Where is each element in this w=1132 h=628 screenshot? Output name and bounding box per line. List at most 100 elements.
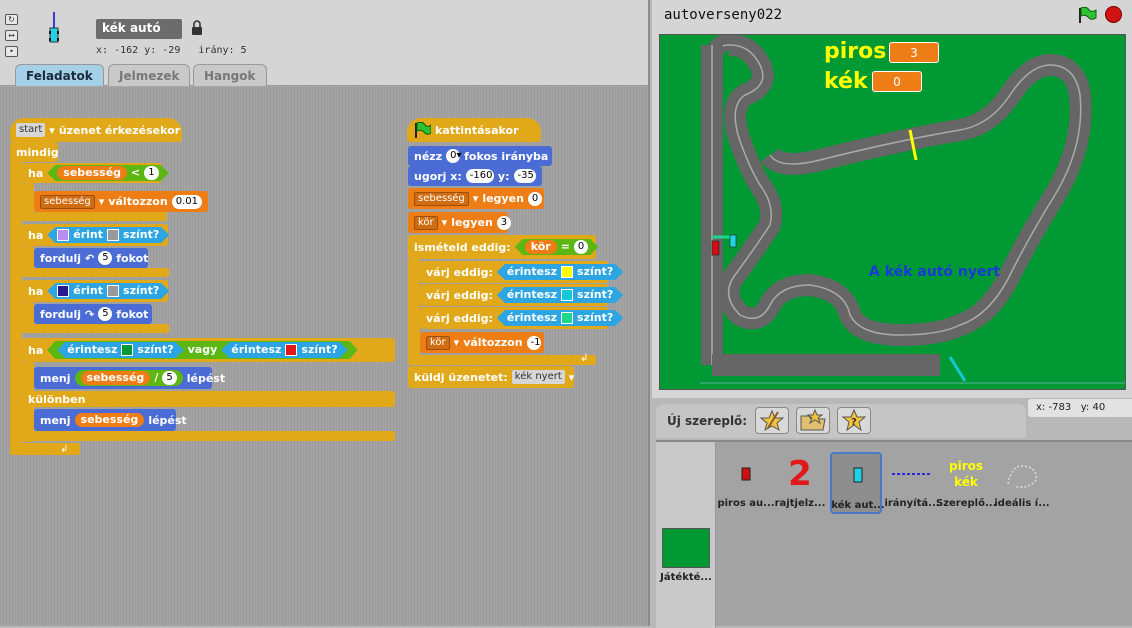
tab-scripts[interactable]: Feladatok	[15, 64, 104, 86]
wait-until-yellow-block[interactable]: várj eddig: érintesz színt?	[420, 261, 608, 283]
repeat-loop-arrow-icon: ↲	[580, 353, 589, 364]
forever-arm	[10, 160, 22, 454]
touching-green-block[interactable]: érintesz színt?	[57, 342, 183, 358]
stop-button-icon[interactable]	[1105, 6, 1122, 23]
sprite-thumb-start-signal[interactable]: 2 rajtjelz...	[774, 452, 826, 514]
or-operator[interactable]: érintesz színt? vagy érintesz színt?	[47, 341, 357, 359]
change-speed-block[interactable]: sebesség ▾ változzon 0.01	[34, 191, 208, 212]
equals-operator[interactable]: kör = 0	[515, 239, 599, 255]
project-title: autoverseny022	[664, 7, 783, 23]
touching-cyan-block[interactable]: érintesz színt?	[497, 287, 623, 303]
wait-until-cyan-block[interactable]: várj eddig: érintesz színt?	[420, 284, 608, 306]
ideal-path-icon	[1007, 465, 1037, 488]
navy-swatch[interactable]	[57, 285, 69, 297]
change-lap-block[interactable]: kör ▾ változzon -1	[420, 332, 544, 353]
turn-left-block[interactable]: fordulj ↶ 5 fokot	[34, 248, 148, 268]
red-car-icon	[711, 240, 720, 256]
stage-thumbnail[interactable]: Játékté...	[660, 526, 712, 588]
touching-yellow-block[interactable]: érintesz színt?	[497, 264, 623, 280]
color-touching-color-block[interactable]: érint színt?	[47, 227, 169, 243]
less-than-operator[interactable]: sebesség < 1	[47, 165, 168, 181]
lap-reporter[interactable]: kör	[525, 240, 557, 254]
wait-until-teal-block[interactable]: várj eddig: érintesz színt?	[420, 307, 608, 329]
choose-sprite-file-button[interactable]	[796, 407, 830, 434]
forever-block[interactable]: mindig	[10, 142, 59, 162]
winner-message: A kék autó nyert	[869, 264, 1001, 280]
rotate-style-full-icon[interactable]: ↻	[5, 14, 18, 25]
touching-red-block[interactable]: érintesz színt?	[221, 342, 347, 358]
paint-new-sprite-button[interactable]	[755, 407, 789, 434]
gray-swatch[interactable]	[107, 229, 119, 241]
if1-foot	[22, 212, 167, 221]
sprite-position-readout: x: -162 y: -29 irány: 5	[96, 45, 247, 56]
rotate-left-icon: ↶	[85, 251, 95, 265]
folder-star-icon	[800, 408, 826, 431]
question-star-icon: ?	[841, 408, 867, 432]
if3-foot	[22, 324, 169, 333]
else-label: különben	[22, 391, 395, 407]
sprite-thumb-score[interactable]: piros kék Szereplő...	[936, 452, 996, 514]
green-swatch[interactable]	[121, 344, 133, 356]
blue-car-icon	[729, 234, 737, 248]
if2-arm	[22, 246, 34, 270]
set-lap-block[interactable]: kör ▾ legyen 3	[408, 212, 511, 233]
digit-two-icon: 2	[788, 454, 812, 494]
move-speed-block[interactable]: menj sebesség lépést	[34, 409, 187, 431]
lock-icon[interactable]	[191, 20, 203, 36]
color-touching-color-block-2[interactable]: érint színt?	[47, 283, 169, 299]
sprite-thumb-red-car[interactable]: piros au...	[717, 452, 775, 514]
divide-operator[interactable]: sebesség / 5	[74, 370, 183, 386]
tab-costumes[interactable]: Jelmezek	[108, 64, 191, 86]
new-sprite-label: Új szereplő:	[667, 414, 748, 428]
set-speed-block[interactable]: sebesség ▾ legyen 0	[408, 188, 544, 209]
green-flag-button-icon[interactable]	[1077, 7, 1097, 23]
broadcast-block[interactable]: küldj üzenetet: kék nyert ▾	[408, 366, 574, 388]
turn-right-block[interactable]: fordulj ↷ 5 fokot	[34, 304, 152, 324]
speed-reporter-2[interactable]: sebesség	[80, 371, 151, 385]
blue-car-thumb-icon	[853, 467, 863, 483]
red-swatch[interactable]	[285, 344, 297, 356]
green-flag-icon	[415, 122, 431, 138]
sprite-thumb-blue-car[interactable]: kék aut...	[830, 452, 885, 514]
repeat-until-block[interactable]: ismételd eddig: kör = 0	[408, 235, 596, 259]
speed-reporter-3[interactable]: sebesség	[74, 413, 145, 427]
cyan-swatch[interactable]	[561, 289, 573, 301]
touching-teal-block[interactable]: érintesz színt?	[497, 310, 623, 326]
random-sprite-button[interactable]: ?	[837, 407, 871, 434]
speed-reporter[interactable]: sebesség	[57, 166, 127, 180]
tab-sounds[interactable]: Hangok	[193, 64, 267, 86]
if-touching-color-right-block[interactable]: ha érint színt?	[22, 280, 168, 302]
red-car-thumb-icon	[741, 467, 751, 481]
move-speed-div-block[interactable]: menj sebesség / 5 lépést	[34, 367, 225, 389]
stage-panel: autoverseny022 piros 3 kék 0 A kék autó …	[652, 0, 1132, 398]
when-receive-hat-block[interactable]: start ▾ üzenet érkezésekor	[10, 118, 182, 142]
purple-swatch[interactable]	[57, 229, 69, 241]
forever-loop-arrow-icon: ↲	[60, 444, 69, 455]
stage-thumbnail-column: Játékté...	[656, 442, 716, 628]
sprite-list: Játékté... piros au... 2 rajtjelz... kék…	[656, 440, 1132, 628]
rotate-style-none-icon[interactable]: •	[5, 46, 18, 57]
when-flag-clicked-hat-block[interactable]: kattintásakor	[407, 118, 541, 142]
forever-foot	[10, 443, 80, 455]
teal-swatch[interactable]	[561, 312, 573, 324]
sprite-thumb-ideal-path[interactable]: ideális í...	[994, 452, 1050, 514]
sprite-thumb-controller[interactable]: irányítá...	[884, 452, 940, 514]
rotate-style-flip-icon[interactable]: ↔	[5, 30, 18, 41]
if3-arm	[22, 302, 34, 326]
script-area[interactable]: start ▾ üzenet érkezésekor mindig ↲ ha se…	[0, 87, 648, 626]
goto-xy-block[interactable]: ugorj x: -160 y: -35	[408, 166, 542, 186]
stage-canvas[interactable]: piros 3 kék 0 A kék autó nyert	[659, 34, 1126, 390]
repeat-arm	[408, 259, 420, 363]
red-score-label: piros	[824, 39, 887, 64]
yellow-swatch[interactable]	[561, 266, 573, 278]
if2-foot	[22, 268, 169, 277]
if-else-block[interactable]: ha érintesz színt? vagy érintesz színt?	[22, 338, 395, 362]
gray-swatch-2[interactable]	[107, 285, 119, 297]
new-sprite-bar: Új szereplő: ?	[656, 404, 1026, 438]
if-speed-block[interactable]: ha sebesség < 1	[22, 163, 162, 183]
point-direction-block[interactable]: nézz 0▾ fokos irányba	[408, 146, 552, 166]
if-touching-color-left-block[interactable]: ha érint színt?	[22, 224, 168, 246]
sprite-name-field[interactable]: kék autó	[96, 19, 182, 39]
mouse-coordinates: x: -783 y: 40	[1028, 399, 1132, 417]
ifelse-foot	[22, 431, 395, 441]
